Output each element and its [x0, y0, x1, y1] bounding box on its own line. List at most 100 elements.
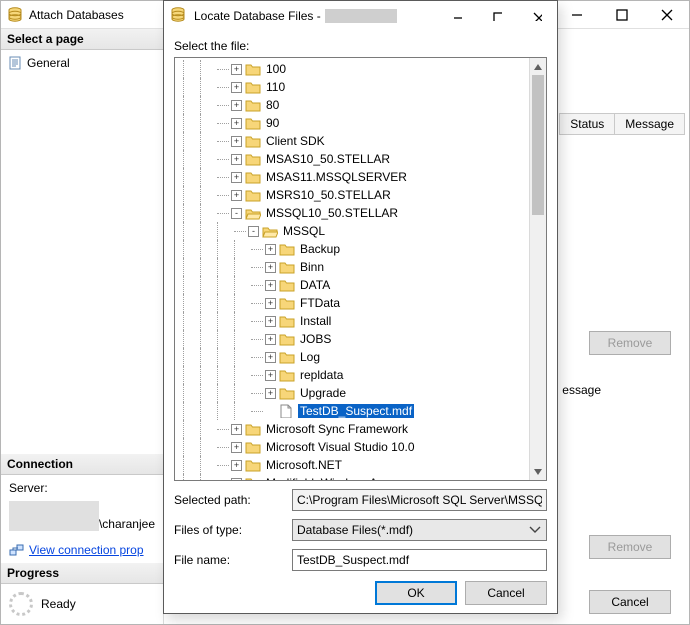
tree-node[interactable]: +100	[175, 60, 529, 78]
attach-minimize-button[interactable]	[554, 1, 599, 29]
tree-node[interactable]: +Client SDK	[175, 132, 529, 150]
folder-icon	[245, 188, 261, 202]
expand-icon[interactable]: +	[265, 280, 276, 291]
tree-node-label: Backup	[298, 242, 342, 256]
file-name-field[interactable]	[292, 549, 547, 571]
tree-node[interactable]: +Microsoft Sync Framework	[175, 420, 529, 438]
folder-icon	[245, 422, 261, 436]
tree-node[interactable]: +MSRS10_50.STELLAR	[175, 186, 529, 204]
locate-ok-button[interactable]: OK	[375, 581, 457, 605]
locate-database-files-dialog: Locate Database Files - Select the file:…	[163, 0, 558, 614]
tree-node[interactable]: + Backup	[175, 240, 529, 258]
expand-icon[interactable]: +	[231, 442, 242, 453]
folder-icon	[279, 242, 295, 256]
tree-node-label: ModifiableWindowsApps	[264, 476, 399, 480]
expand-icon[interactable]: +	[265, 388, 276, 399]
attach-close-button[interactable]	[644, 1, 689, 29]
tree-node[interactable]: + repldata	[175, 366, 529, 384]
file-tree[interactable]: +100+110+80+90+Client SDK+MSAS10_50.STEL…	[174, 57, 547, 481]
tree-node[interactable]: +DATA	[175, 276, 529, 294]
scroll-down-button[interactable]	[530, 463, 546, 480]
tree-node[interactable]: -MSSQL10_50.STELLAR	[175, 204, 529, 222]
tree-node-label: Binn	[298, 260, 326, 274]
collapse-icon[interactable]: -	[248, 226, 259, 237]
locate-close-button[interactable]	[517, 1, 557, 31]
folder-open-icon	[262, 224, 278, 238]
tree-node[interactable]: -MSSQL	[175, 222, 529, 240]
folder-icon	[245, 134, 261, 148]
collapse-icon[interactable]: -	[231, 208, 242, 219]
page-general[interactable]: General	[7, 54, 157, 72]
tree-node[interactable]: TestDB_Suspect.mdf	[175, 402, 529, 420]
expand-icon[interactable]: +	[265, 370, 276, 381]
tree-node[interactable]: +110	[175, 78, 529, 96]
files-of-type-select[interactable]: Database Files(*.mdf)	[292, 519, 547, 541]
tree-node[interactable]: + ModifiableWindowsApps	[175, 474, 529, 480]
tree-node[interactable]: +Microsoft Visual Studio 10.0	[175, 438, 529, 456]
scroll-track[interactable]	[530, 75, 546, 463]
tree-node[interactable]: +90	[175, 114, 529, 132]
tree-node[interactable]: +JOBS	[175, 330, 529, 348]
tree-node[interactable]: +MSAS11.MSSQLSERVER	[175, 168, 529, 186]
expand-icon[interactable]: +	[265, 334, 276, 345]
progress-ring-icon	[9, 592, 33, 616]
locate-titlebar[interactable]: Locate Database Files -	[164, 1, 557, 31]
tree-node[interactable]: +Upgrade	[175, 384, 529, 402]
server-name-redacted	[9, 501, 99, 531]
expand-icon[interactable]: +	[231, 190, 242, 201]
tree-node[interactable]: +Log	[175, 348, 529, 366]
expand-icon[interactable]: +	[231, 424, 242, 435]
scroll-up-button[interactable]	[530, 58, 546, 75]
tree-node[interactable]: +MSAS10_50.STELLAR	[175, 150, 529, 168]
attach-cancel-button[interactable]: Cancel	[589, 590, 671, 614]
select-file-label: Select the file:	[174, 39, 547, 53]
tree-node-label: 90	[264, 116, 281, 130]
remove-database-button[interactable]: Remove	[589, 331, 671, 355]
locate-cancel-button[interactable]: Cancel	[465, 581, 547, 605]
expand-icon[interactable]: +	[265, 352, 276, 363]
selected-path-field[interactable]	[292, 489, 547, 511]
expand-icon[interactable]: +	[231, 460, 242, 471]
expand-icon[interactable]: +	[231, 136, 242, 147]
tree-node[interactable]: +FTData	[175, 294, 529, 312]
remove-file-button[interactable]: Remove	[589, 535, 671, 559]
folder-icon	[245, 440, 261, 454]
tree-node[interactable]: + Binn	[175, 258, 529, 276]
tree-node-label: 100	[264, 62, 288, 76]
folder-icon	[245, 170, 261, 184]
file-icon	[279, 404, 295, 418]
tree-node[interactable]: +Microsoft.NET	[175, 456, 529, 474]
folder-open-icon	[245, 206, 261, 220]
progress-status: Ready	[41, 597, 76, 611]
tree-node[interactable]: +80	[175, 96, 529, 114]
files-of-type-label: Files of type:	[174, 523, 284, 537]
expand-icon[interactable]: +	[231, 100, 242, 111]
scroll-thumb[interactable]	[532, 75, 544, 215]
expand-icon[interactable]: +	[265, 244, 276, 255]
col-message[interactable]: Message	[614, 113, 685, 135]
expand-icon[interactable]: +	[231, 154, 242, 165]
expand-icon[interactable]: +	[231, 172, 242, 183]
expand-icon[interactable]: +	[231, 64, 242, 75]
folder-icon	[279, 332, 295, 346]
expand-icon[interactable]: +	[265, 316, 276, 327]
locate-maximize-button[interactable]	[477, 1, 517, 31]
tree-scrollbar[interactable]	[529, 58, 546, 480]
expand-icon[interactable]: +	[265, 262, 276, 273]
tree-node-label: repldata	[298, 368, 345, 382]
database-icon	[170, 7, 188, 25]
locate-minimize-button[interactable]	[437, 1, 477, 31]
expand-icon[interactable]: +	[265, 298, 276, 309]
folder-icon	[245, 476, 261, 480]
expand-icon[interactable]: +	[231, 118, 242, 129]
folder-icon	[245, 458, 261, 472]
view-connection-properties-link[interactable]: View connection prop	[29, 543, 144, 557]
expand-icon[interactable]: +	[231, 478, 242, 481]
tree-node[interactable]: +Install	[175, 312, 529, 330]
expand-icon[interactable]: +	[231, 82, 242, 93]
page-general-label: General	[27, 56, 70, 70]
attach-maximize-button[interactable]	[599, 1, 644, 29]
folder-icon	[279, 296, 295, 310]
col-status[interactable]: Status	[559, 113, 615, 135]
folder-icon	[279, 350, 295, 364]
